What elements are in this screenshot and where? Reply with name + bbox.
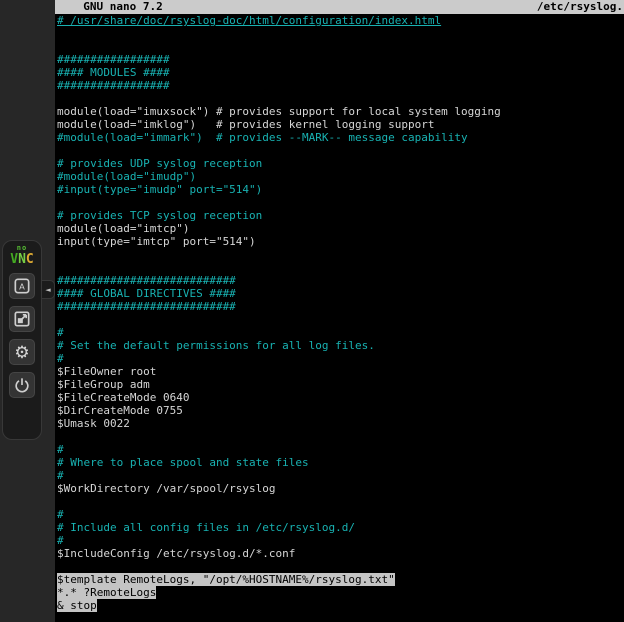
editor-line: & stop (57, 599, 624, 612)
editor-line (57, 261, 624, 274)
editor-line: # Include all config files in /etc/rsysl… (57, 521, 624, 534)
editor-line (57, 248, 624, 261)
editor-line: # provides TCP syslog reception (57, 209, 624, 222)
gear-icon: ⚙ (14, 343, 29, 362)
logo-letter: V (10, 252, 18, 267)
editor-line (57, 313, 624, 326)
editor-line (57, 27, 624, 40)
logo-letter: C (26, 252, 34, 267)
power-icon (12, 375, 32, 395)
editor-line: # (57, 352, 624, 365)
editor-line: #module(load="immark") # provides --MARK… (57, 131, 624, 144)
editor-line: # (57, 443, 624, 456)
editor-line: module(load="imuxsock") # provides suppo… (57, 105, 624, 118)
editor-line: ################# (57, 53, 624, 66)
editor-line: module(load="imklog") # provides kernel … (57, 118, 624, 131)
novnc-control-bar: no VNC A⚙ (2, 240, 42, 440)
editor-line: $IncludeConfig /etc/rsyslog.d/*.conf (57, 547, 624, 560)
editor-line: #### MODULES #### (57, 66, 624, 79)
editor-line: #module(load="imudp") (57, 170, 624, 183)
terminal: GNU nano 7.2 /etc/rsyslog. # /usr/share/… (55, 0, 624, 622)
novnc-logo-vnc: VNC (10, 253, 33, 266)
editor-line: module(load="imtcp") (57, 222, 624, 235)
settings-button[interactable]: ⚙ (9, 339, 35, 365)
fullscreen-button[interactable] (9, 306, 35, 332)
editor-line: # /usr/share/doc/rsyslog-doc/html/config… (57, 14, 624, 27)
editor-content[interactable]: # /usr/share/doc/rsyslog-doc/html/config… (55, 14, 624, 612)
power-button[interactable] (9, 372, 35, 398)
editor-line: # Where to place spool and state files (57, 456, 624, 469)
editor-line (57, 144, 624, 157)
editor-line: $FileGroup adm (57, 378, 624, 391)
editor-line: $DirCreateMode 0755 (57, 404, 624, 417)
editor-line: input(type="imtcp" port="514") (57, 235, 624, 248)
editor-line: # (57, 326, 624, 339)
control-bar-handle[interactable]: ◄ (42, 280, 55, 299)
clipboard-icon: A (12, 276, 32, 296)
novnc-logo: no VNC (10, 245, 33, 266)
control-bar-buttons: A⚙ (9, 273, 35, 398)
editor-line: $Umask 0022 (57, 417, 624, 430)
editor-line (57, 92, 624, 105)
editor-line: #### GLOBAL DIRECTIVES #### (57, 287, 624, 300)
nano-titlebar: GNU nano 7.2 /etc/rsyslog. (55, 0, 624, 14)
editor-line (57, 495, 624, 508)
fullscreen-icon (12, 309, 32, 329)
svg-text:A: A (19, 281, 25, 291)
editor-line: # (57, 508, 624, 521)
editor-line (57, 196, 624, 209)
editor-line: # provides UDP syslog reception (57, 157, 624, 170)
editor-line: $WorkDirectory /var/spool/rsyslog (57, 482, 624, 495)
collapse-arrow-icon: ◄ (45, 286, 50, 294)
editor-line: $FileOwner root (57, 365, 624, 378)
editor-line: $FileCreateMode 0640 (57, 391, 624, 404)
nano-filename: /etc/rsyslog. (537, 0, 624, 14)
logo-letter: N (18, 252, 26, 267)
editor-line: # Set the default permissions for all lo… (57, 339, 624, 352)
editor-line: ########################### (57, 300, 624, 313)
editor-line (57, 560, 624, 573)
editor-line: # (57, 534, 624, 547)
editor-line: $template RemoteLogs, "/opt/%HOSTNAME%/r… (57, 573, 624, 586)
editor-line: ########################### (57, 274, 624, 287)
editor-line: *.* ?RemoteLogs (57, 586, 624, 599)
editor-line (57, 40, 624, 53)
editor-line: # (57, 469, 624, 482)
editor-line (57, 430, 624, 443)
nano-version: GNU nano 7.2 (55, 0, 163, 14)
editor-line: #input(type="imudp" port="514") (57, 183, 624, 196)
editor-line: ################# (57, 79, 624, 92)
clipboard-button[interactable]: A (9, 273, 35, 299)
novnc-logo-no: no (10, 245, 33, 252)
